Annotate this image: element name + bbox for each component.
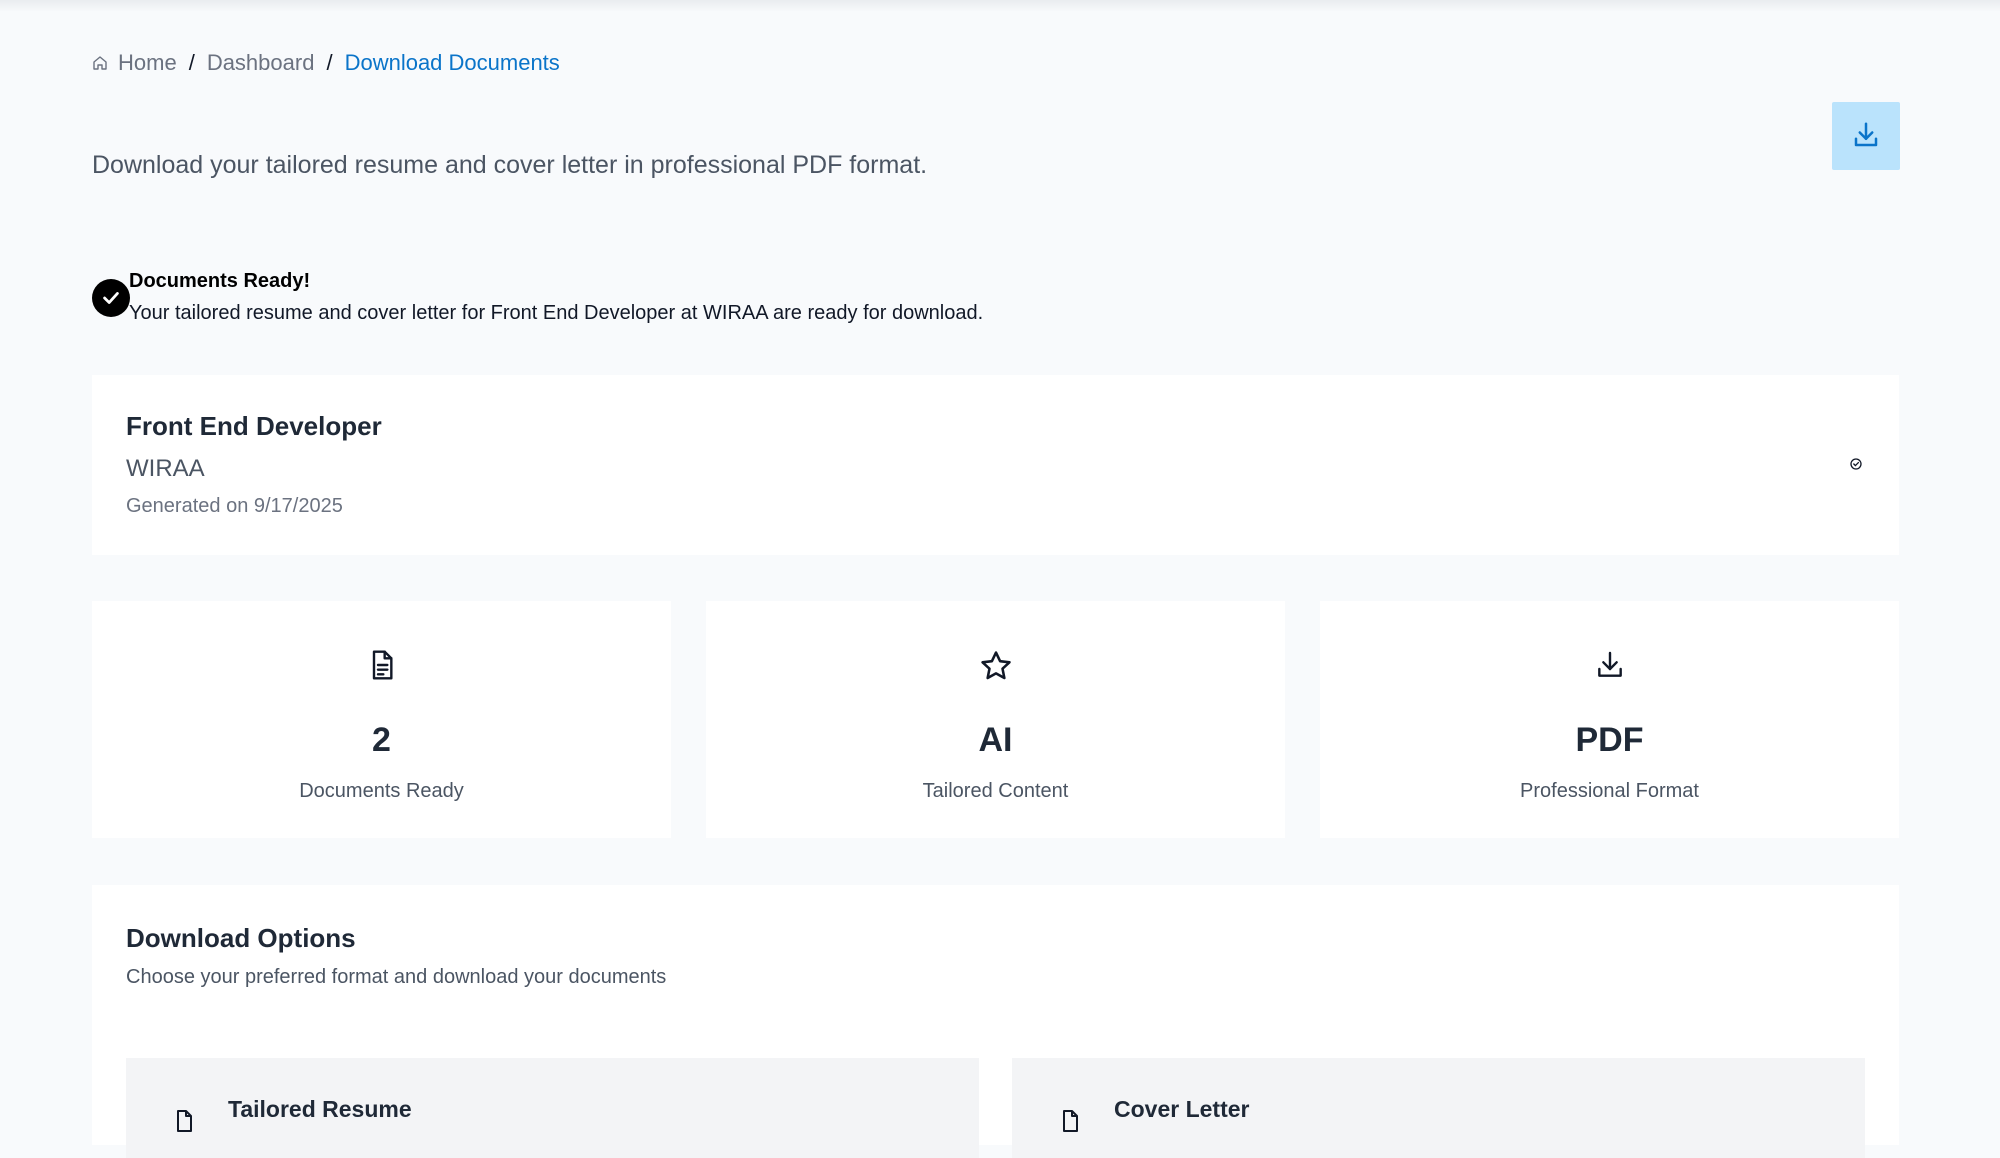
resume-download-option[interactable]: Tailored Resume xyxy=(126,1058,979,1158)
page-subtitle: Download your tailored resume and cover … xyxy=(92,151,928,179)
cover-letter-option-title: Cover Letter xyxy=(1114,1096,1250,1122)
home-icon[interactable] xyxy=(92,55,108,71)
document-icon xyxy=(172,1109,196,1138)
download-all-button[interactable] xyxy=(1832,102,1900,170)
stat-label: Professional Format xyxy=(1520,780,1699,802)
document-icon xyxy=(92,649,671,681)
breadcrumb-dashboard-link[interactable]: Dashboard xyxy=(207,50,315,76)
stat-value: PDF xyxy=(1575,721,1644,759)
job-title: Front End Developer xyxy=(126,411,382,441)
company-name: WIRAA xyxy=(126,455,205,482)
breadcrumb-separator: / xyxy=(326,50,333,75)
stat-card-pdf: PDF Professional Format xyxy=(1320,601,1899,838)
job-summary-card: Front End Developer WIRAA Generated on 9… xyxy=(92,375,1899,555)
alert-message: Your tailored resume and cover letter fo… xyxy=(129,302,984,324)
verified-check-icon xyxy=(1849,457,1863,471)
download-options-subtitle: Choose your preferred format and downloa… xyxy=(126,966,667,988)
top-bar-shadow xyxy=(0,0,2000,12)
breadcrumb-current: Download Documents xyxy=(344,50,560,75)
stat-card-ai: AI Tailored Content xyxy=(706,601,1285,838)
resume-option-title: Tailored Resume xyxy=(228,1096,412,1122)
download-icon xyxy=(1851,120,1881,153)
document-icon xyxy=(1058,1109,1082,1138)
stat-label: Tailored Content xyxy=(922,780,1069,802)
stat-card-documents: 2 Documents Ready xyxy=(92,601,671,838)
documents-ready-alert: Documents Ready! Your tailored resume an… xyxy=(92,266,1292,334)
download-options-title: Download Options xyxy=(126,923,356,953)
stat-value: 2 xyxy=(372,721,391,759)
stat-value: AI xyxy=(978,721,1013,759)
download-icon xyxy=(1320,649,1899,681)
stat-label: Documents Ready xyxy=(299,780,464,802)
cover-letter-download-option[interactable]: Cover Letter xyxy=(1012,1058,1865,1158)
breadcrumb-home-link[interactable]: Home xyxy=(118,50,177,76)
alert-title: Documents Ready! xyxy=(129,270,311,292)
breadcrumb: Home / Dashboard / Download Documents xyxy=(92,50,560,76)
download-options-card: Download Options Choose your preferred f… xyxy=(92,885,1899,1158)
generated-date: Generated on 9/17/2025 xyxy=(126,495,343,517)
breadcrumb-separator: / xyxy=(188,50,195,75)
star-icon xyxy=(706,649,1285,683)
check-circle-icon xyxy=(92,279,130,317)
